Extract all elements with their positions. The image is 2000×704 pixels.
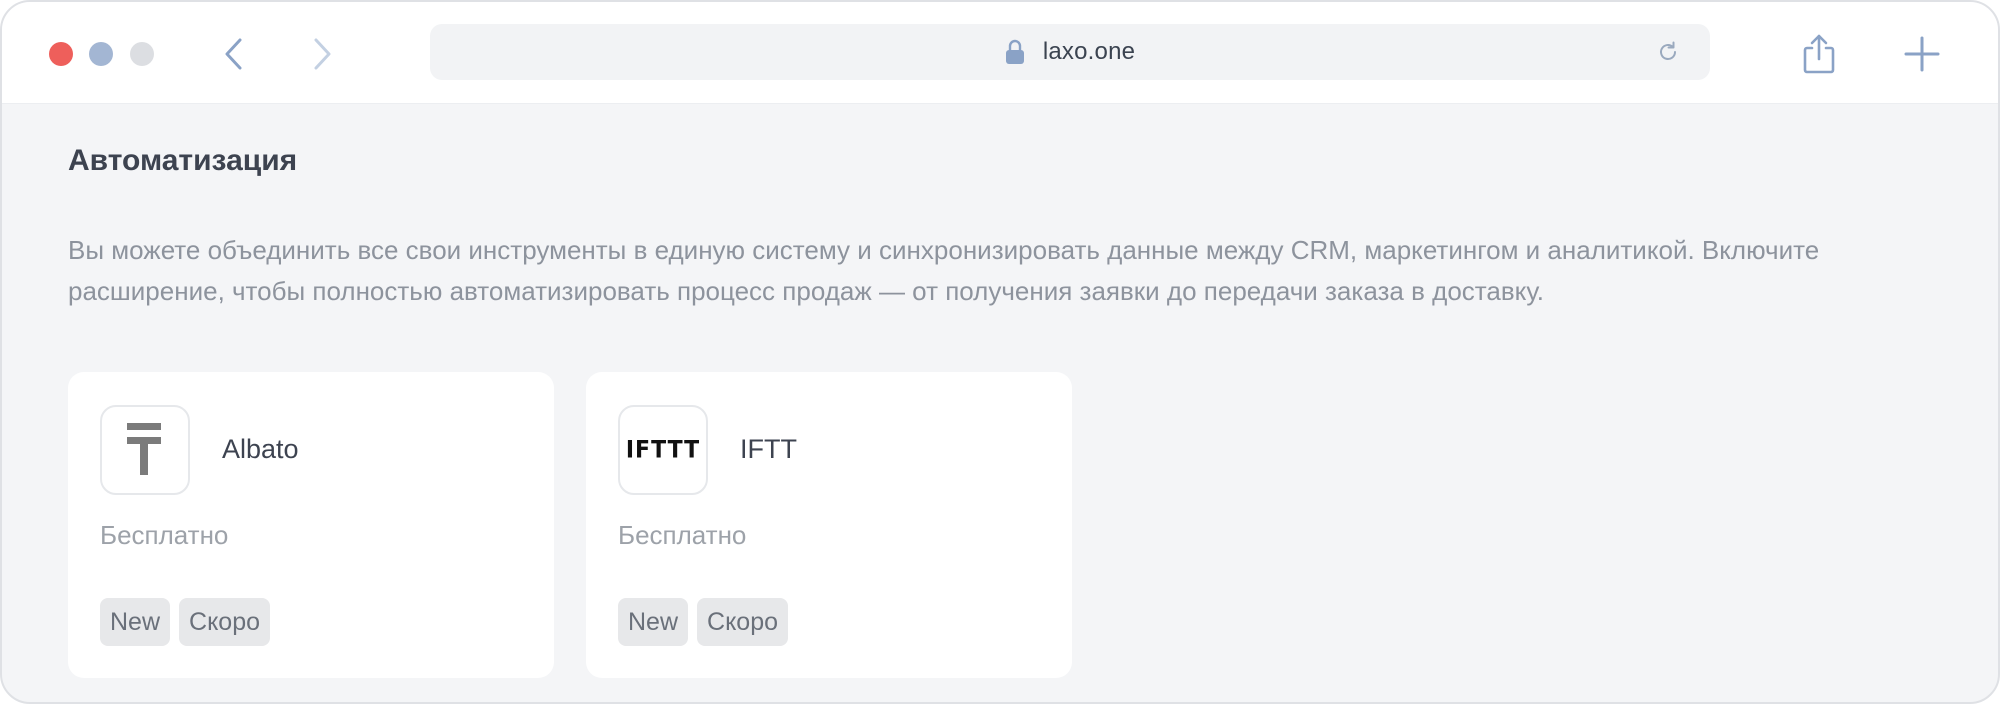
minimize-window-button[interactable] xyxy=(89,42,113,66)
chevron-right-icon xyxy=(314,38,331,70)
new-badge: New xyxy=(618,598,689,646)
card-price: Бесплатно xyxy=(618,520,747,550)
card-price: Бесплатно xyxy=(100,520,229,550)
share-icon[interactable] xyxy=(1799,32,1839,76)
ifttt-logo-icon: IFTTT xyxy=(625,436,701,464)
ifttt-logo: IFTTT xyxy=(618,405,708,495)
browser-window: laxo.one Автоматизация Вы можете объедин… xyxy=(0,0,2000,704)
soon-badge: Скоро xyxy=(179,598,270,646)
address-bar[interactable]: laxo.one xyxy=(430,24,1710,80)
badge-group: New Скоро xyxy=(100,598,270,646)
chevron-left-icon xyxy=(225,38,242,70)
section-description: Вы можете объединить все свои инструмент… xyxy=(68,235,1820,306)
page-content: Автоматизация Вы можете объединить все с… xyxy=(2,104,1998,702)
integration-card-ifttt[interactable]: IFTTT IFTT Бесплатно New Скоро xyxy=(586,372,1072,678)
forward-button[interactable] xyxy=(298,30,346,78)
back-button[interactable] xyxy=(210,30,258,78)
url-text: laxo.one xyxy=(1042,38,1136,65)
card-title: Albato xyxy=(222,434,299,464)
new-badge: New xyxy=(100,598,171,646)
lock-icon xyxy=(1005,39,1024,64)
page-title: Автоматизация xyxy=(68,144,298,177)
plus-icon[interactable] xyxy=(1902,32,1942,76)
reload-icon[interactable] xyxy=(1656,40,1680,64)
browser-toolbar: laxo.one xyxy=(2,2,1998,104)
close-window-button[interactable] xyxy=(49,42,73,66)
badge-group: New Скоро xyxy=(618,598,788,646)
zoom-window-button[interactable] xyxy=(130,42,154,66)
integration-card-albato[interactable]: Albato Бесплатно New Скоро xyxy=(68,372,554,678)
albato-logo xyxy=(100,405,190,495)
albato-logo-icon xyxy=(127,423,161,475)
card-title: IFTT xyxy=(740,434,797,464)
soon-badge: Скоро xyxy=(697,598,788,646)
